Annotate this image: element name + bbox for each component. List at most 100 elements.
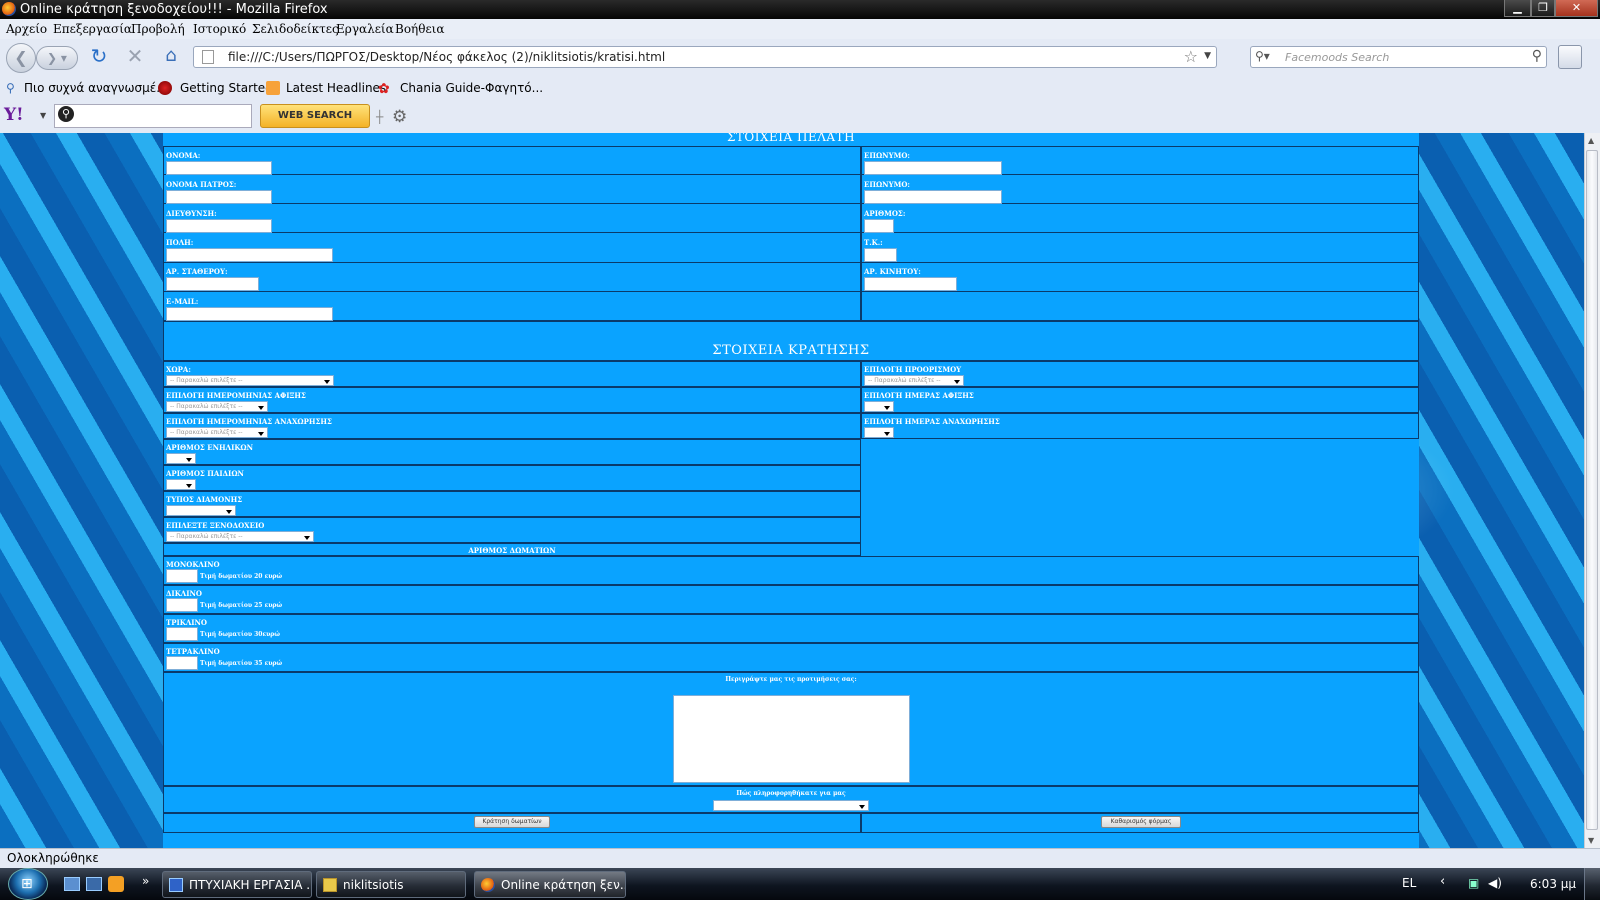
double-room-input[interactable] <box>166 598 198 612</box>
menu-file[interactable]: Αρχείο <box>6 22 47 36</box>
close-button[interactable]: ✕ <box>1555 0 1598 17</box>
children-select[interactable] <box>166 479 196 490</box>
tabs-icon[interactable] <box>1558 45 1582 69</box>
bookmarks-toolbar: ⚲ Πιο συχνά αναγνωσμέ... Getting Started… <box>0 76 1600 101</box>
mobile-input[interactable] <box>864 277 957 291</box>
forward-button[interactable]: ❯ ▾ <box>36 46 78 70</box>
city-input[interactable] <box>166 248 333 262</box>
bookmark-getting-started[interactable]: Getting Started <box>180 81 273 95</box>
clock[interactable]: 6:03 μμ <box>1530 877 1576 891</box>
yahoo-logo[interactable]: Y! <box>4 105 24 125</box>
firefox-logo-icon <box>2 2 16 16</box>
hotel-select[interactable]: -- Παρακαλώ επιλέξτε -- <box>166 531 314 542</box>
children-label: ΑΡΙΘΜΟΣ ΠΑΙΔΙΩΝ <box>166 469 244 478</box>
back-button[interactable]: ❮ <box>6 43 36 73</box>
number-input[interactable] <box>864 219 894 233</box>
search-icon[interactable]: ⚲ <box>1532 48 1542 64</box>
settings-gear-icon[interactable]: ⚙ <box>392 107 407 127</box>
menu-bar: Αρχείο Επεξεργασία Προβολή Ιστορικό Σελι… <box>0 19 1600 39</box>
taskbar-item-folder[interactable]: niklitsiotis <box>316 871 466 898</box>
adults-select[interactable] <box>166 453 196 464</box>
web-search-button[interactable]: WEB SEARCH <box>260 104 370 128</box>
phone-label: ΑΡ. ΣΤΑΘΕΡΟΥ: <box>166 267 228 276</box>
yahoo-search-input[interactable]: ⚲ <box>54 104 252 128</box>
surname-input[interactable] <box>864 161 1002 175</box>
destination-label: ΕΠΙΛΟΓΗ ΠΡΟΟΡΙΣΜΟΥ <box>864 365 962 374</box>
departure-day-select[interactable] <box>864 427 894 438</box>
menu-tools[interactable]: Εργαλεία <box>336 22 394 36</box>
departure-date-label: ΕΠΙΛΟΓΗ ΗΜΕΡΟΜΗΝΙΑΣ ΑΝΑΧΩΡΗΣΗΣ <box>166 417 332 426</box>
minimize-button[interactable]: ▁ <box>1504 0 1531 17</box>
scroll-down-icon[interactable]: ▼ <box>1588 836 1594 845</box>
quicklaunch-expand-icon[interactable]: » <box>142 874 149 888</box>
departure-date-select[interactable]: -- Παρακαλώ επιλέξτε -- <box>166 427 268 438</box>
status-text: Ολοκληρώθηκε <box>7 851 99 865</box>
menu-help[interactable]: Βοήθεια <box>395 22 444 36</box>
stay-type-select[interactable] <box>166 505 236 516</box>
scrollbar-thumb[interactable] <box>1586 150 1598 830</box>
taskbar-item-word[interactable]: ΠΤΥΧΙΑΚΗ ΕΡΓΑΣΙΑ ... <box>162 871 312 898</box>
country-select[interactable]: -- Παρακαλώ επιλέξτε -- <box>166 375 334 386</box>
taskbar-item-firefox[interactable]: Online κράτηση ξεν... <box>474 871 626 898</box>
single-room-label: ΜΟΝΟΚΛΙΝΟ <box>166 560 220 569</box>
address-bar[interactable]: file:///C:/Users/ΠΩΡΓΟΣ/Desktop/Νέος φάκ… <box>193 46 1217 68</box>
address-input[interactable] <box>166 219 272 233</box>
title-bar: Online κράτηση ξενοδοχείου!!! - Mozilla … <box>0 0 1600 19</box>
search-engine-icon[interactable]: ⚲▾ <box>1255 49 1270 63</box>
mobile-label: ΑΡ. ΚΙΝΗΤΟΥ: <box>864 267 921 276</box>
language-indicator[interactable]: EL <box>1402 876 1416 890</box>
reset-form-button[interactable]: Καθαρισμός φόρμας <box>1101 816 1181 828</box>
bookmark-latest-headlines[interactable]: Latest Headlines <box>286 81 386 95</box>
email-input[interactable] <box>166 307 333 321</box>
bookmark-most-visited[interactable]: Πιο συχνά αναγνωσμέ... <box>24 81 168 95</box>
home-icon[interactable]: ⌂ <box>160 45 182 67</box>
submit-booking-button[interactable]: Κράτηση δωματίων <box>474 816 550 828</box>
most-visited-icon: ⚲ <box>6 81 15 95</box>
number-label: ΑΡΙΘΜΟΣ: <box>864 209 906 218</box>
surname2-input[interactable] <box>864 190 1002 204</box>
bookmark-chania-guide[interactable]: Chania Guide-Φαγητό... <box>400 81 543 95</box>
menu-view[interactable]: Προβολή <box>131 22 185 36</box>
menu-edit[interactable]: Επεξεργασία <box>53 22 132 36</box>
volume-icon[interactable]: ◀) <box>1488 876 1502 890</box>
taskbar-item-firefox-label: Online κράτηση ξεν... <box>501 878 626 892</box>
preferences-textarea[interactable] <box>673 695 910 783</box>
windows-logo-icon: ⊞ <box>21 876 33 892</box>
destination-select[interactable]: -- Παρακαλώ επιλέξτε -- <box>864 375 964 386</box>
search-box[interactable]: ⚲▾ Facemoods Search ⚲ <box>1250 46 1547 68</box>
page-icon <box>202 50 214 64</box>
stop-icon[interactable]: ✕ <box>124 45 146 67</box>
network-icon[interactable]: ▣ <box>1468 876 1479 890</box>
tray-expand-icon[interactable]: ‹ <box>1440 874 1445 889</box>
media-player-icon[interactable] <box>108 876 124 892</box>
quad-room-label: ΤΕΤΡΑΚΛΙΝΟ <box>166 647 220 656</box>
heard-from-select[interactable] <box>713 800 869 811</box>
double-room-label: ΔΙΚΛΙΝΟ <box>166 589 202 598</box>
menu-history[interactable]: Ιστορικό <box>193 22 246 36</box>
show-desktop-icon[interactable] <box>64 877 80 891</box>
start-button[interactable]: ⊞ <box>8 868 48 900</box>
star-icon[interactable]: ☆ <box>1184 47 1198 66</box>
switch-windows-icon[interactable] <box>86 877 102 891</box>
single-room-input[interactable] <box>166 569 198 583</box>
triple-room-input[interactable] <box>166 627 198 641</box>
zip-input[interactable] <box>864 248 897 262</box>
arrival-day-select[interactable] <box>864 401 894 412</box>
show-desktop-button[interactable] <box>1584 868 1600 900</box>
yahoo-dropdown-icon[interactable]: ▼ <box>40 111 46 120</box>
single-room-cell <box>163 556 1419 585</box>
maximize-button[interactable]: ❐ <box>1531 0 1555 17</box>
reload-icon[interactable]: ↻ <box>88 45 110 67</box>
menu-bookmarks[interactable]: Σελιδοδείκτες <box>252 22 339 36</box>
phone-input[interactable] <box>166 277 259 291</box>
scroll-up-icon[interactable]: ▲ <box>1588 136 1594 145</box>
quad-room-input[interactable] <box>166 656 198 670</box>
url-dropdown-icon[interactable]: ▼ <box>1204 51 1211 61</box>
zip-label: Τ.Κ.: <box>864 238 883 247</box>
adults-label: ΑΡΙΘΜΟΣ ΕΝΗΛΙΚΩΝ <box>166 443 254 452</box>
taskbar-item-folder-label: niklitsiotis <box>343 878 404 892</box>
arrival-date-select[interactable]: -- Παρακαλώ επιλέξτε -- <box>166 401 268 412</box>
father-name-input[interactable] <box>166 190 272 204</box>
single-room-price: Τιμή δωματίου 20 ευρώ <box>200 573 283 580</box>
name-input[interactable] <box>166 161 272 175</box>
